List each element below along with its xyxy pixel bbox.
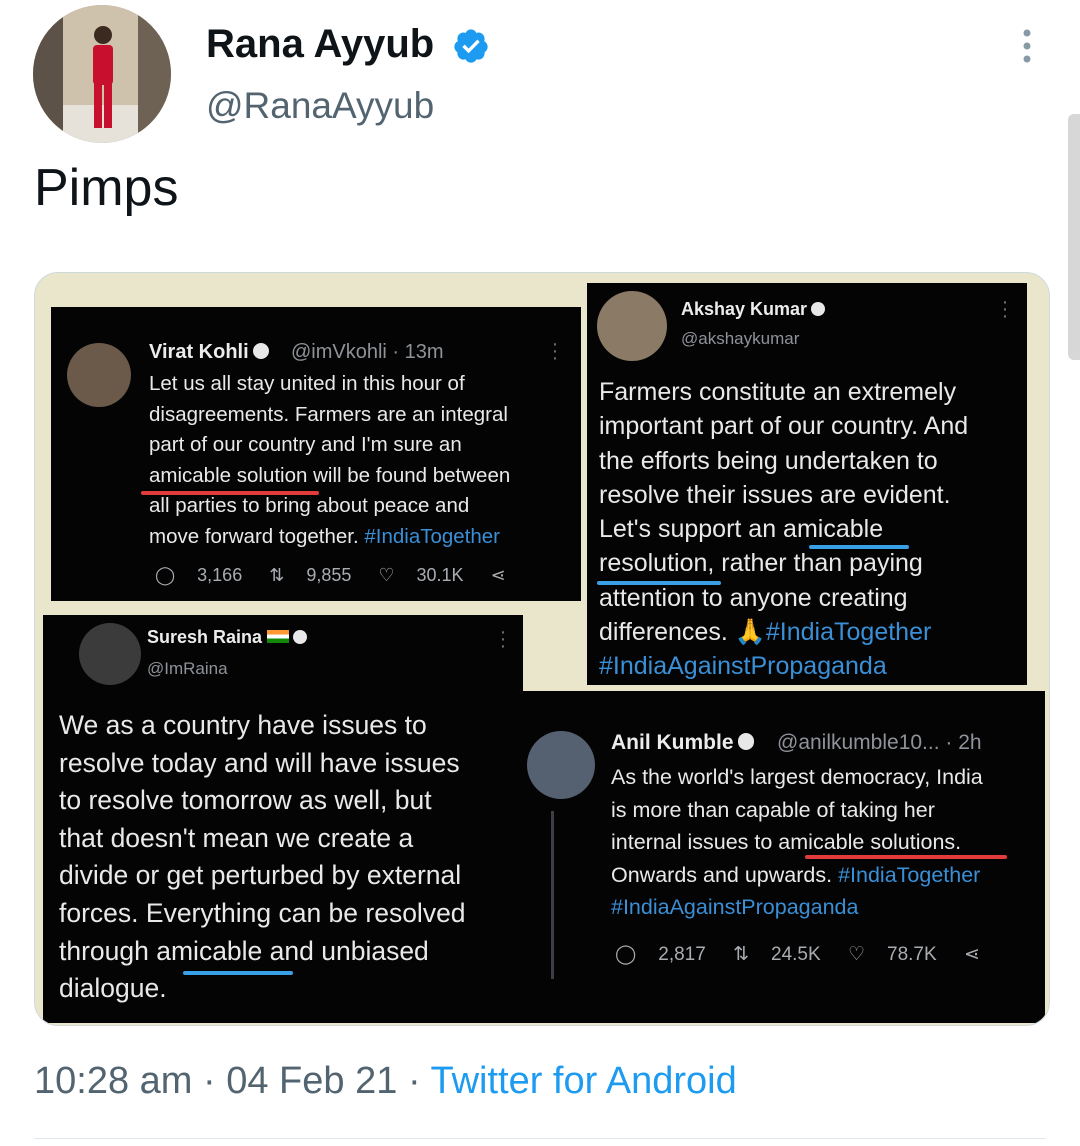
author-handle[interactable]: @RanaAyyub	[206, 85, 434, 127]
share-icon: ⋖	[963, 944, 980, 965]
kumble-underline	[805, 855, 1007, 859]
raina-more-icon: · · ·	[499, 621, 507, 657]
akshay-tweet-card: Akshay Kumar @akshaykumar · · · Farmers co…	[587, 283, 1027, 685]
kohli-tweet-body: Let us all stay united in this hour of d…	[149, 372, 511, 548]
tweet-text: Pimps	[34, 159, 179, 217]
like-icon: ♡	[378, 565, 395, 585]
author-avatar[interactable]	[33, 5, 171, 143]
kumble-tweet-body: As the world's largest democracy, India …	[611, 765, 983, 919]
thread-line	[551, 811, 554, 979]
retweet-icon: ⇅	[733, 944, 750, 965]
tweet-source-link[interactable]: Twitter for Android	[430, 1060, 736, 1102]
kohli-tweet-card: Virat Kohli @imVkohli · 13m · · · Let us a…	[51, 307, 581, 601]
akshay-underline-amicable	[809, 545, 909, 549]
raina-tweet-body: We as a country have issues to resolve t…	[59, 710, 466, 1004]
more-options-icon[interactable]	[1012, 26, 1042, 66]
akshay-tweet-body: Farmers constitute an extremely importan…	[599, 378, 969, 681]
akshay-name: Akshay Kumar	[681, 299, 826, 320]
kumble-tweet-card: Anil Kumble @anilkumble10... · 2h As the…	[519, 691, 1045, 1023]
kumble-avatar	[527, 731, 595, 799]
kumble-meta: @anilkumble10... · 2h	[777, 731, 982, 754]
kohli-name: Virat Kohli	[149, 341, 269, 364]
akshay-verified-icon	[811, 301, 826, 316]
tweet-timestamp: 10:28 am · 04 Feb 21 · Twitter for Andro…	[34, 1060, 737, 1103]
raina-handle: @ImRaina	[147, 659, 228, 678]
kohli-stats: ◯ 3,166 ⇅ 9,855 ♡ 30.1K ⋖	[155, 565, 506, 585]
kumble-verified-icon	[737, 733, 755, 751]
india-flag-icon	[267, 630, 290, 643]
raina-avatar	[79, 623, 141, 685]
kohli-verified-icon	[252, 343, 269, 359]
akshay-underline-resolution	[597, 581, 721, 585]
kumble-stats: ◯ 2,817 ⇅ 24.5K ♡ 78.7K ⋖	[615, 944, 980, 965]
folded-hands-icon: 🙏	[734, 618, 766, 647]
tweet-media-image[interactable]: Virat Kohli @imVkohli · 13m · · · Let us a…	[34, 272, 1050, 1026]
tweet-time[interactable]: 10:28 am	[34, 1060, 192, 1102]
kumble-name: Anil Kumble	[611, 731, 755, 755]
retweet-icon: ⇅	[269, 565, 285, 585]
kohli-avatar	[67, 343, 131, 407]
author-name[interactable]: Rana Ayyub	[206, 22, 434, 67]
share-icon: ⋖	[490, 565, 506, 585]
reply-icon: ◯	[155, 565, 176, 585]
like-icon: ♡	[847, 944, 865, 965]
divider	[34, 1138, 1046, 1139]
scrollbar[interactable]	[1068, 114, 1080, 360]
akshay-more-icon: · · ·	[1001, 291, 1009, 327]
akshay-avatar	[597, 291, 667, 361]
kohli-meta: @imVkohli · 13m	[291, 341, 444, 363]
kohli-more-icon: · · ·	[551, 333, 559, 369]
dot-separator: ·	[407, 1060, 421, 1102]
verified-badge-icon	[454, 29, 488, 63]
raina-underline	[183, 971, 293, 975]
akshay-handle: @akshaykumar	[681, 329, 800, 348]
dot-separator: ·	[203, 1060, 216, 1102]
reply-icon: ◯	[615, 944, 637, 965]
tweet-date[interactable]: 04 Feb 21	[226, 1060, 397, 1102]
raina-tweet-card: Suresh Raina @ImRaina · · · We as a countr…	[43, 615, 523, 1023]
raina-verified-icon	[293, 629, 308, 644]
raina-name: Suresh Raina	[147, 627, 308, 648]
kohli-underline	[141, 491, 319, 495]
